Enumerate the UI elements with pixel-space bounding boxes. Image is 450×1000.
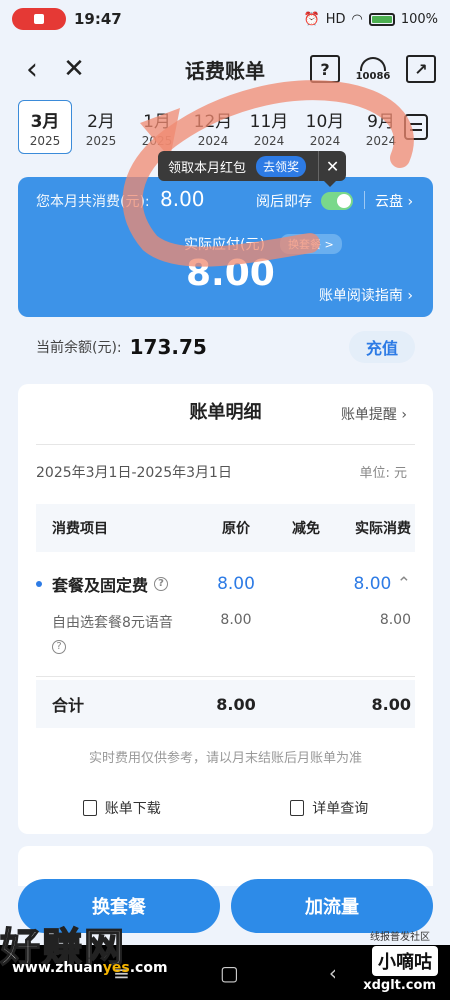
switch-plan-pill[interactable]: 换套餐 >	[280, 234, 342, 254]
help-icon[interactable]: ?	[52, 640, 66, 654]
bill-reminder-link[interactable]: 账单提醒 ›	[341, 404, 407, 424]
read-save-label: 阅后即存	[256, 194, 312, 210]
month-tab[interactable]: 11月 2024	[242, 100, 296, 154]
month-label: 10月	[305, 111, 345, 132]
year-label: 2025	[141, 133, 173, 148]
month-tab[interactable]: 10月 2024	[298, 100, 352, 154]
year-label: 2025	[85, 133, 117, 148]
month-label: 12月	[193, 111, 233, 132]
payable-label: 实际应付(元)	[184, 237, 265, 253]
download-bill-button[interactable]: 账单下载	[82, 798, 161, 818]
disclaimer: 实时费用仅供参考，请以月末结账后月账单为准	[88, 751, 362, 766]
alarm-icon: ⏰	[303, 11, 320, 27]
add-data-button[interactable]: 加流量	[231, 879, 433, 933]
tooltip-text: 领取本月红包	[168, 160, 247, 176]
consumed-value: 8.00	[160, 187, 205, 211]
detail-actions: 账单下载 详单查询	[18, 798, 433, 818]
watermark-tag: 线报普发社区	[370, 932, 430, 943]
read-save-toggle[interactable]	[321, 192, 353, 210]
query-detail-button[interactable]: 详单查询	[290, 798, 368, 818]
watermark-url: www.zhuanyes.com	[12, 960, 168, 976]
month-tab[interactable]: 2月 2025	[74, 100, 128, 154]
divider	[36, 444, 415, 445]
cloud-link[interactable]: 云盘 ›	[375, 191, 413, 211]
month-tab[interactable]: 12月 2024	[186, 100, 240, 154]
clock: 19:47	[74, 10, 122, 28]
sub-item-actual: 8.00	[379, 612, 411, 628]
tooltip-close-icon[interactable]: ✕	[318, 151, 346, 181]
date-range: 2025年3月1日-2025年3月1日	[36, 465, 232, 481]
list-icon	[290, 800, 305, 816]
claim-button[interactable]: 去领奖	[256, 155, 307, 177]
recharge-button[interactable]: 充值	[349, 331, 415, 363]
share-icon[interactable]: ↗	[406, 55, 436, 83]
screen-record-icon[interactable]	[12, 8, 66, 30]
status-bar: 19:47 ⏰ HD ◠ 100%	[0, 0, 450, 38]
month-label: 3月	[30, 111, 60, 132]
calendar-icon[interactable]	[404, 114, 428, 140]
back-icon[interactable]: ‹	[14, 51, 50, 87]
download-icon	[82, 800, 97, 816]
month-tab[interactable]: 3月 2025	[18, 100, 72, 154]
total-orig: 8.00	[216, 694, 256, 714]
consumed-label: 您本月共消费(元):	[36, 194, 150, 210]
signal-icon: HD	[325, 11, 346, 27]
balance-row: 当前余额(元): 173.75 充值	[18, 322, 433, 372]
hotline-icon[interactable]: 10086	[354, 50, 392, 88]
item-orig: 8.00	[217, 574, 255, 594]
sub-item-orig: 8.00	[220, 612, 252, 628]
header-reduce: 减免	[292, 521, 320, 537]
help-icon[interactable]: ?	[154, 577, 169, 591]
item-actual: 8.00 ⌃	[353, 574, 411, 594]
table-row: 自由选套餐8元语音? 8.00 8.00	[36, 612, 415, 656]
month-label: 11月	[249, 111, 289, 132]
close-icon[interactable]: ✕	[56, 51, 92, 87]
total-row: 合计 8.00 8.00	[36, 680, 415, 728]
watermark-right-logo: 小嘀咕	[372, 946, 438, 976]
nav-bar: ‹ ✕ 话费账单 ? 10086 ↗	[0, 38, 450, 100]
total-actual: 8.00	[371, 694, 411, 714]
header-actual: 实际消费	[355, 521, 411, 537]
month-tab[interactable]: 9月 2024	[354, 100, 408, 154]
total-label: 合计	[52, 696, 85, 715]
back-nav-icon[interactable]: ‹	[329, 961, 337, 985]
header-orig: 原价	[222, 521, 250, 537]
year-label: 2024	[309, 133, 341, 148]
year-label: 2024	[253, 133, 285, 148]
bill-summary-card: 您本月共消费(元): 8.00 阅后即存 云盘 › 实际应付(元) 换套餐 > …	[18, 177, 433, 317]
month-label: 1月	[143, 111, 171, 132]
status-icons: ⏰ HD ◠ 100%	[304, 12, 439, 27]
bill-detail-card: 账单明细 账单提醒 › 2025年3月1日-2025年3月1日 单位: 元 消费…	[18, 384, 433, 834]
unit-label: 单位: 元	[359, 466, 407, 481]
header-item: 消费项目	[52, 521, 108, 537]
hotline-label: 10086	[355, 70, 391, 82]
year-label: 2024	[197, 133, 229, 148]
battery-icon	[368, 12, 395, 26]
battery-level: 100%	[400, 11, 438, 27]
home-icon[interactable]: ▢	[220, 961, 239, 985]
year-label: 2024	[365, 133, 397, 148]
month-tab[interactable]: 1月 2025	[130, 100, 184, 154]
table-header: 消费项目 原价 减免 实际消费	[36, 504, 415, 552]
payable-value: 8.00	[186, 253, 275, 294]
table-row[interactable]: 套餐及固定费? 8.00 8.00 ⌃	[36, 569, 415, 599]
year-label: 2025	[29, 133, 61, 148]
divider	[36, 676, 415, 677]
bill-guide-link[interactable]: 账单阅读指南 ›	[319, 285, 413, 305]
bullet-icon	[36, 581, 42, 587]
divider	[364, 191, 365, 209]
help-icon[interactable]: ?	[310, 55, 340, 83]
sub-item-name: 自由选套餐8元语音	[52, 615, 173, 631]
watermark-right-url: xdglt.com	[363, 978, 436, 993]
sub-item-reduce	[276, 612, 336, 656]
wifi-icon: ◠	[351, 11, 363, 27]
balance-label: 当前余额(元):	[36, 340, 122, 356]
red-packet-tooltip: 领取本月红包 去领奖 ✕	[158, 151, 347, 187]
balance-value: 173.75	[129, 335, 207, 359]
chevron-up-icon: ⌃	[396, 574, 411, 594]
item-name: 套餐及固定费	[52, 576, 149, 595]
month-label: 9月	[367, 111, 395, 132]
month-label: 2月	[87, 111, 115, 132]
